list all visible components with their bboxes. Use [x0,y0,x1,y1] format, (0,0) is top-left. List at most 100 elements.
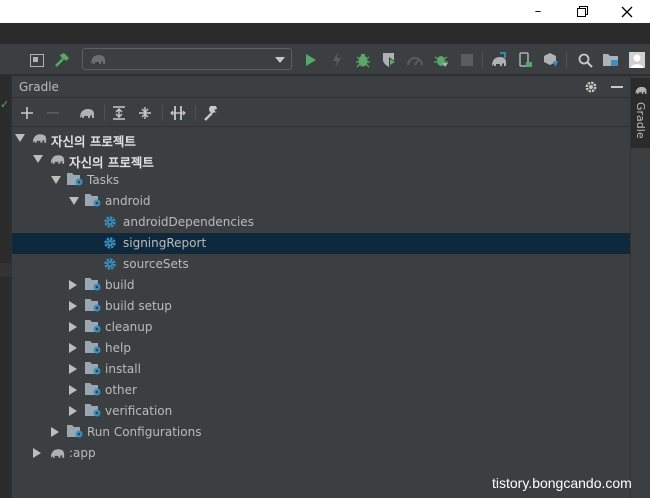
stripe-tab-label: Gradle [634,102,647,139]
task-folder-icon [67,172,84,189]
close-button[interactable] [605,0,649,23]
tree-row[interactable]: androidDependencies [12,212,630,233]
gradle-panel-header: Gradle [12,76,630,98]
search-icon[interactable] [576,51,594,69]
tree-row-label: androidDependencies [123,215,254,229]
coverage-icon[interactable] [406,51,424,69]
sync-gradle-icon[interactable] [490,51,508,69]
sdk-manager-icon[interactable] [542,51,560,69]
tree-row[interactable]: Run Configurations [12,422,630,443]
project-structure-icon[interactable] [602,51,620,69]
watermark: tistory.bongcando.com [492,475,632,491]
toolbar-separator [566,52,567,68]
elephant-icon [635,86,647,94]
avatar[interactable] [628,51,646,69]
device-manager-icon[interactable] [516,51,534,69]
tree-row[interactable]: build setup [12,296,630,317]
gradle-panel-toolbar [12,99,630,127]
layout-icon[interactable] [28,51,46,69]
task-folder-icon [85,298,102,315]
tree-row-label: Tasks [87,173,120,187]
restore-button[interactable] [560,0,604,23]
elephant-icon[interactable] [78,104,96,122]
chevron-right-icon[interactable] [69,406,77,416]
remove-icon[interactable] [44,104,62,122]
tree-row[interactable]: Tasks [12,170,630,191]
close-icon [621,6,633,17]
toggle-offline-icon[interactable] [169,104,187,122]
chevron-right-icon[interactable] [69,301,77,311]
chevron-right-icon[interactable] [51,427,59,437]
task-folder-icon [85,340,102,357]
main-toolbar [0,44,650,75]
chevron-right-icon[interactable] [33,448,41,458]
debug-icon[interactable] [354,51,372,69]
tree-row[interactable]: :app [12,443,630,464]
task-folder-icon [85,361,102,378]
chevron-right-icon[interactable] [69,364,77,374]
tree-row[interactable]: sourceSets [12,254,630,275]
minimize-icon: – [534,4,542,19]
tree-row-label: help [105,341,131,355]
right-tool-stripe: Gradle [630,76,650,498]
tree-row-label: signingReport [123,236,207,250]
restore-icon [576,6,588,17]
task-folder-icon [85,193,102,210]
chevron-down-icon[interactable] [51,176,61,184]
chevron-right-icon[interactable] [69,280,77,290]
settings-wrench-icon[interactable] [202,104,220,122]
tree-row-label: verification [105,404,173,418]
gutter-marker [0,263,11,277]
build-hammer-icon[interactable] [53,51,71,69]
tree-row[interactable]: help [12,338,630,359]
gradle-task-tree: 자신의 프로젝트 자신의 프로젝트 Tasks android androidDepen… [12,128,630,498]
stop-icon[interactable] [458,51,476,69]
tree-row[interactable]: android [12,191,630,212]
window-title-bar: – [0,0,650,23]
apply-changes-icon[interactable] [328,51,346,69]
add-icon[interactable] [18,104,36,122]
tree-row-label: 자신의 프로젝트 [69,155,154,170]
chevron-right-icon[interactable] [69,385,77,395]
tree-row[interactable]: build [12,275,630,296]
tree-row[interactable]: 자신의 프로젝트 [12,149,630,170]
task-folder-icon [85,319,102,336]
chevron-right-icon[interactable] [69,322,77,332]
hide-panel-icon[interactable] [608,78,626,96]
tree-row[interactable]: signingReport [12,233,630,254]
run-icon[interactable] [302,51,320,69]
expand-all-icon[interactable] [110,104,128,122]
gear-task-icon [103,256,120,273]
chevron-down-icon[interactable] [69,197,79,205]
chevron-right-icon[interactable] [69,343,77,353]
tree-row[interactable]: verification [12,401,630,422]
minimize-button[interactable]: – [516,0,560,23]
tree-row-label: build [105,278,135,292]
collapse-all-icon[interactable] [136,104,154,122]
tree-row-label: build setup [105,299,172,313]
toolbar-separator [162,105,163,121]
tree-row-label: Run Configurations [87,425,202,439]
tree-row-label: other [105,383,137,397]
gear-task-icon [103,235,120,252]
tree-row[interactable]: install [12,359,630,380]
task-folder-icon [85,382,102,399]
gradle-elephant-icon [49,151,66,168]
tree-row-label: sourceSets [123,257,189,271]
editor-gutter: ✓ [0,76,12,498]
tree-row[interactable]: cleanup [12,317,630,338]
task-folder-icon [67,424,84,441]
tree-row[interactable]: other [12,380,630,401]
chevron-down-icon[interactable] [33,155,43,163]
gradle-elephant-icon [31,130,48,147]
toolbar-separator [482,52,483,68]
run-config-select[interactable] [82,48,292,70]
chevron-down-icon[interactable] [15,134,25,142]
profile-icon[interactable] [380,51,398,69]
attach-debugger-icon[interactable] [432,51,450,69]
tree-row[interactable]: 자신의 프로젝트 [12,128,630,149]
gradle-tool-window: Gradle 자신의 프로젝트 자신의 프로젝트 Tasks android a… [12,76,630,498]
task-folder-icon [85,277,102,294]
gear-icon[interactable] [582,78,600,96]
gradle-stripe-tab[interactable]: Gradle [631,78,650,148]
